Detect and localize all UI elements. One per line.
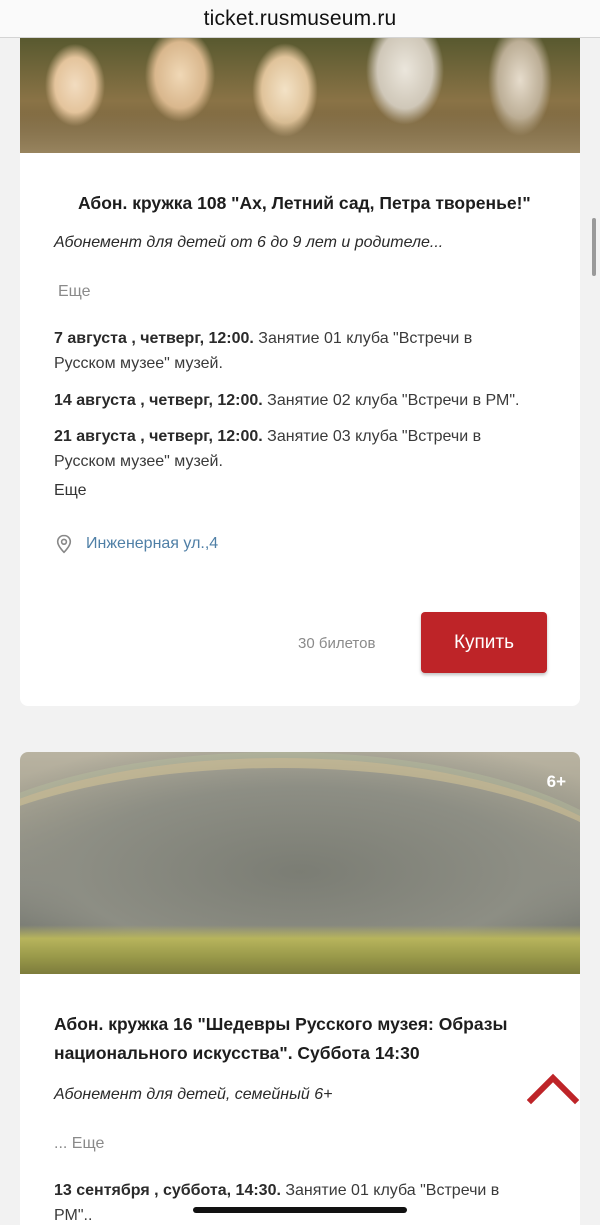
address-text: Инженерная ул.,4 (86, 535, 219, 552)
tickets-count: 30 билетов (298, 635, 376, 652)
event-subtitle: Абонемент для детей от 6 до 9 лет и роди… (54, 234, 444, 251)
url-text: ticket.rusmuseum.ru (203, 6, 397, 30)
session-item: 7 августа , четверг, 12:00. Занятие 01 к… (54, 326, 524, 376)
description-more-link[interactable]: ... Еще (54, 1135, 104, 1153)
event-title[interactable]: Абон. кружка 16 "Шедевры Русского музея:… (54, 1010, 544, 1068)
session-date: 7 августа , четверг, 12:00. (54, 330, 254, 347)
home-indicator[interactable] (193, 1207, 407, 1213)
session-item: 13 сентября , суббота, 14:30. Занятие 01… (54, 1178, 524, 1225)
session-date: 21 августа , четверг, 12:00. (54, 428, 263, 445)
event-card: Абон. кружка 108 "Ах, Летний сад, Петра … (20, 0, 580, 706)
session-item: 14 августа , четверг, 12:00. Занятие 02 … (54, 388, 524, 413)
description-more-link[interactable]: Еще (58, 283, 91, 301)
address[interactable]: Инженерная ул.,4 (54, 534, 218, 554)
session-text: Занятие 02 клуба "Встречи в РМ". (262, 392, 520, 409)
location-pin-icon (56, 534, 72, 554)
session-date: 13 сентября , суббота, 14:30. (54, 1182, 281, 1199)
session-item: 21 августа , четверг, 12:00. Занятие 03 … (54, 424, 524, 474)
address-bar[interactable]: ticket.rusmuseum.ru (0, 0, 600, 38)
buy-button[interactable]: Купить (421, 612, 547, 673)
event-card: 6+ Абон. кружка 16 "Шедевры Русского муз… (20, 752, 580, 1225)
age-badge: 6+ (546, 772, 566, 791)
scrollbar[interactable] (592, 218, 596, 276)
event-title[interactable]: Абон. кружка 108 "Ах, Летний сад, Петра … (78, 189, 558, 218)
session-date: 14 августа , четверг, 12:00. (54, 392, 263, 409)
event-subtitle: Абонемент для детей, семейный 6+ (54, 1086, 333, 1103)
sessions-more-link[interactable]: Еще (54, 482, 87, 500)
chevron-up-icon[interactable] (527, 1072, 579, 1106)
event-image[interactable]: 6+ (20, 752, 580, 974)
